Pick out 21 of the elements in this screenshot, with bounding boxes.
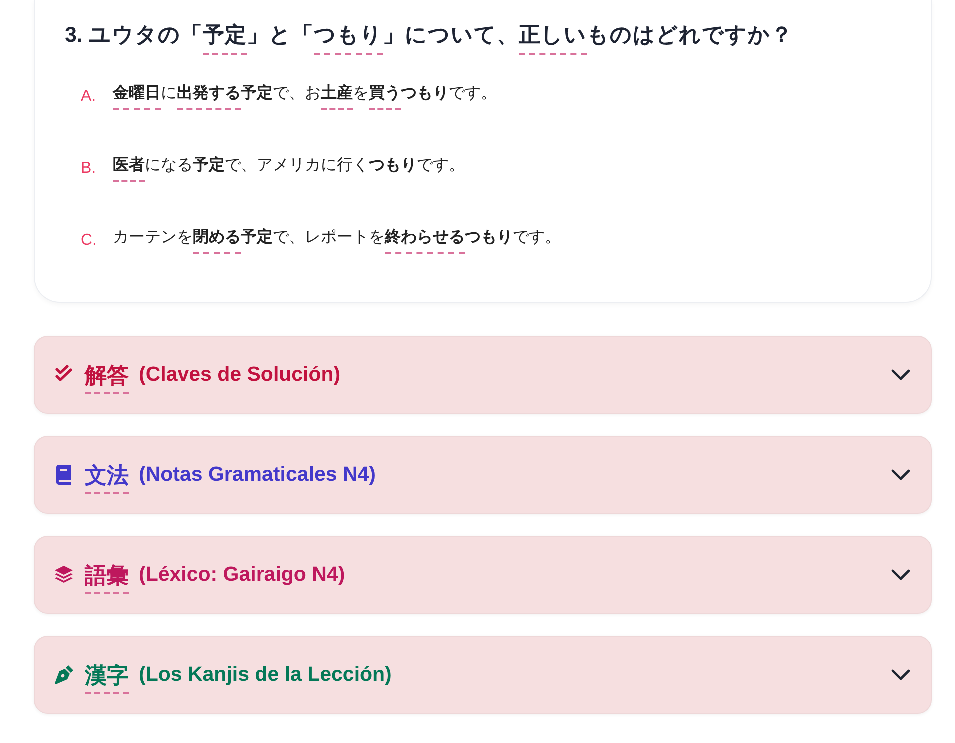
glossary-term[interactable]: 土産 bbox=[321, 84, 353, 110]
option-letter: C. bbox=[81, 232, 98, 250]
accordion-header[interactable]: 漢字 (Los Kanjis de la Lección) bbox=[34, 636, 932, 714]
glossary-term[interactable]: つもり bbox=[314, 22, 383, 55]
accordion-header[interactable]: 文法 (Notas Gramaticales N4) bbox=[34, 436, 932, 514]
option-text: 医者になる予定で、アメリカに行く つもり です。 bbox=[113, 156, 465, 182]
glossary-term[interactable]: 出発する bbox=[177, 84, 241, 110]
glossary-term[interactable]: 医者 bbox=[113, 156, 145, 182]
question-title: 3. ユウタの「予定」と「つもり」について、正しい ものはどれですか？ bbox=[65, 15, 901, 55]
accordion-header[interactable]: 解答 (Claves de Solución) bbox=[34, 336, 932, 414]
option-letter: A. bbox=[81, 88, 98, 106]
glossary-term[interactable]: 買う bbox=[369, 84, 401, 110]
accordion-header[interactable]: 語彙 (Léxico: Gairaigo N4) bbox=[34, 536, 932, 614]
glossary-term[interactable]: 正しい bbox=[518, 22, 587, 55]
option-letter: B. bbox=[81, 160, 98, 178]
glossary-term[interactable]: 終わらせる bbox=[385, 228, 465, 254]
option-text: 金曜日 に出発する予定で、お土産を買う つもり です。 bbox=[113, 84, 497, 110]
glossary-term[interactable]: 金曜日 bbox=[113, 84, 161, 110]
option-text: カーテンを閉める予定で、レポートを終わらせるつもり です。 bbox=[113, 228, 561, 254]
glossary-term[interactable]: 閉める bbox=[193, 228, 241, 254]
glossary-term[interactable]: 予定 bbox=[202, 22, 247, 55]
